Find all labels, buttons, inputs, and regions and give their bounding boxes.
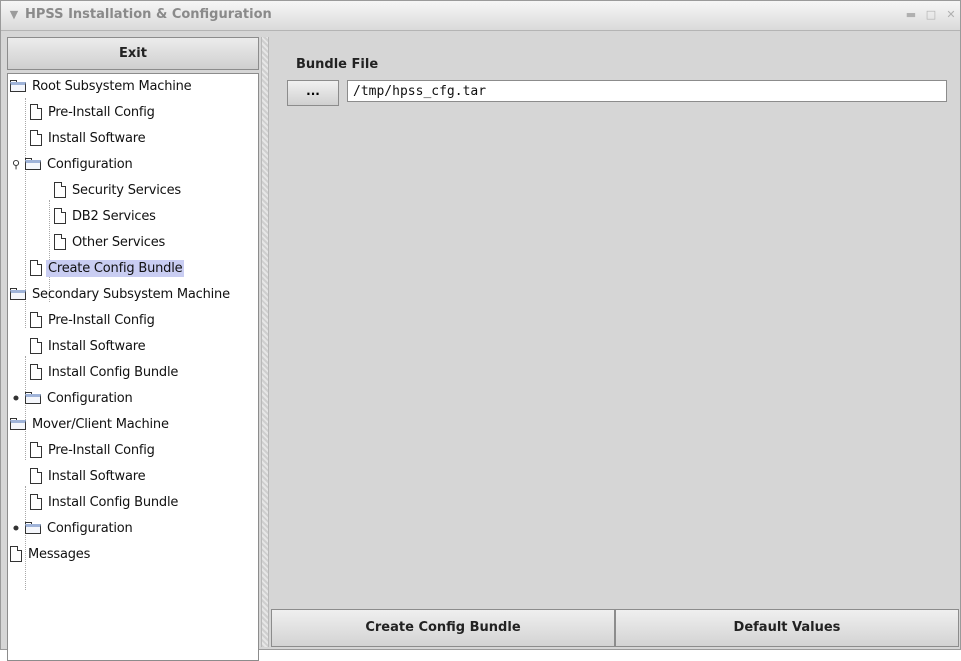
tree-item[interactable]: Pre-Install Config (30, 308, 157, 332)
tree-item[interactable]: Install Software (30, 334, 147, 358)
tree-item[interactable]: Pre-Install Config (30, 100, 157, 124)
collapsed-toggle-icon[interactable]: ⚫ (10, 522, 22, 535)
tree-item[interactable]: ⚲ Configuration (10, 152, 135, 176)
folder-icon (25, 522, 41, 534)
tree-item[interactable]: Root Subsystem Machine (10, 74, 193, 98)
tree-item[interactable]: Install Software (30, 464, 147, 488)
minimize-icon[interactable]: ▬ (905, 9, 917, 21)
tree-item[interactable]: Security Services (54, 178, 183, 202)
tree-item[interactable]: ⚫ Configuration (10, 386, 135, 410)
document-icon (30, 260, 42, 276)
bundle-file-input[interactable] (347, 80, 947, 102)
title-bar[interactable]: ▼ HPSS Installation & Configuration ▬ □ … (1, 1, 960, 31)
document-icon (30, 468, 42, 484)
collapsed-toggle-icon[interactable]: ⚫ (10, 392, 22, 405)
tree-item[interactable]: DB2 Services (54, 204, 158, 228)
tree-item[interactable]: Install Software (30, 126, 147, 150)
maximize-icon[interactable]: □ (925, 9, 937, 21)
document-icon (54, 208, 66, 224)
browse-button[interactable]: ... (287, 80, 339, 106)
folder-icon (10, 80, 26, 92)
document-icon (54, 234, 66, 250)
app-window: ▼ HPSS Installation & Configuration ▬ □ … (0, 0, 961, 661)
document-icon (30, 494, 42, 510)
document-icon (30, 338, 42, 354)
document-icon (10, 546, 22, 562)
document-icon (30, 130, 42, 146)
chevron-down-icon[interactable]: ▼ (7, 8, 21, 22)
tree-item[interactable]: Other Services (54, 230, 167, 254)
folder-icon (25, 158, 41, 170)
splitter-handle[interactable] (261, 37, 269, 647)
navigation-panel: Exit Root Subsystem Machine Pre-Install … (7, 37, 259, 661)
tree-item[interactable]: Mover/Client Machine (10, 412, 171, 436)
button-bar: Create Config Bundle Default Values (271, 609, 959, 647)
expanded-toggle-icon[interactable]: ⚲ (10, 158, 22, 171)
tree-item[interactable]: Secondary Subsystem Machine (10, 282, 232, 306)
folder-icon (10, 418, 26, 430)
navigation-tree: Root Subsystem Machine Pre-Install Confi… (7, 73, 259, 661)
folder-icon (25, 392, 41, 404)
close-icon[interactable]: ✕ (945, 9, 957, 21)
folder-icon (10, 288, 26, 300)
bundle-file-label: Bundle File (296, 57, 379, 72)
default-values-button[interactable]: Default Values (615, 609, 959, 647)
content-panel: Bundle File ... Create Config Bundle Def… (271, 37, 959, 649)
tree-item[interactable]: Messages (10, 542, 92, 566)
tree-item[interactable]: Pre-Install Config (30, 438, 157, 462)
document-icon (30, 312, 42, 328)
create-config-bundle-button[interactable]: Create Config Bundle (271, 609, 615, 647)
tree-item[interactable]: Install Config Bundle (30, 490, 180, 514)
exit-button[interactable]: Exit (7, 37, 259, 70)
document-icon (30, 442, 42, 458)
window-title: HPSS Installation & Configuration (25, 7, 272, 22)
document-icon (30, 104, 42, 120)
tree-item-selected[interactable]: Create Config Bundle (30, 256, 185, 280)
document-icon (30, 364, 42, 380)
tree-item[interactable]: ⚫ Configuration (10, 516, 135, 540)
document-icon (54, 182, 66, 198)
tree-item[interactable]: Install Config Bundle (30, 360, 180, 384)
